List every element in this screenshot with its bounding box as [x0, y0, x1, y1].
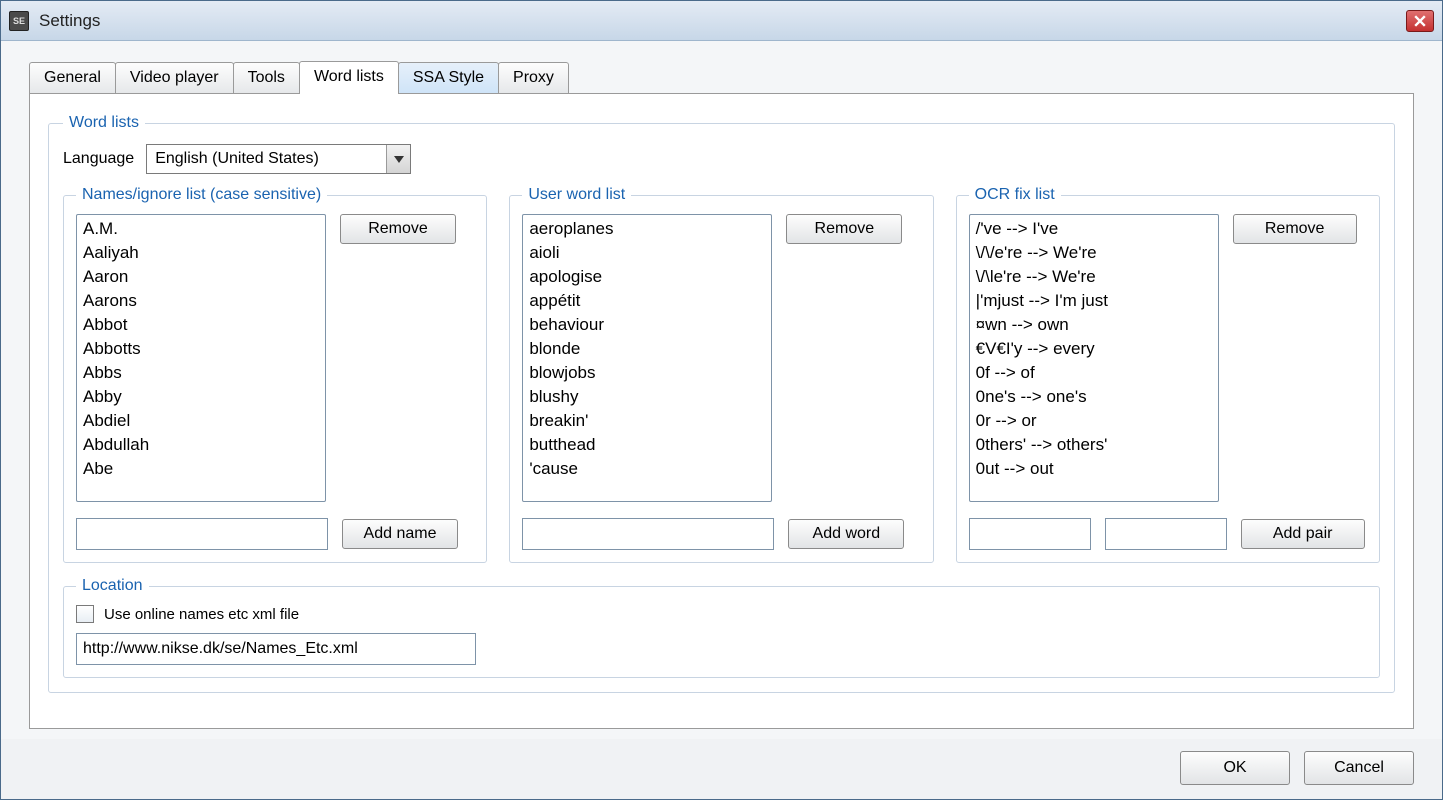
names-remove-button[interactable]: Remove: [340, 214, 456, 244]
tabs-row: General Video player Tools Word lists SS…: [29, 61, 1414, 93]
list-item[interactable]: Abdullah: [79, 433, 323, 457]
ocr-group: OCR fix list /'ve --> I've\/\/e're --> W…: [956, 186, 1380, 563]
ocr-add-row: Add pair: [969, 518, 1367, 550]
list-item[interactable]: breakin': [525, 409, 769, 433]
list-item[interactable]: behaviour: [525, 313, 769, 337]
list-item[interactable]: 0ut --> out: [972, 457, 1216, 481]
user-group: User word list aeroplanesaioliapologisea…: [509, 186, 933, 563]
list-item[interactable]: appétit: [525, 289, 769, 313]
use-online-checkbox[interactable]: [76, 605, 94, 623]
names-add-input[interactable]: [76, 518, 328, 550]
list-item[interactable]: Abbs: [79, 361, 323, 385]
ocr-pair-to-input[interactable]: [1105, 518, 1227, 550]
language-combo-value: English (United States): [147, 150, 386, 168]
language-combo[interactable]: English (United States): [146, 144, 411, 174]
ocr-list-row: /'ve --> I've\/\/e're --> We're\/\le're …: [969, 214, 1367, 502]
language-row: Language English (United States): [63, 144, 1380, 174]
list-item[interactable]: 0ne's --> one's: [972, 385, 1216, 409]
tab-tools[interactable]: Tools: [233, 62, 300, 93]
use-online-label: Use online names etc xml file: [104, 606, 299, 623]
tab-video-player[interactable]: Video player: [115, 62, 234, 93]
ocr-listbox[interactable]: /'ve --> I've\/\/e're --> We're\/\le're …: [969, 214, 1219, 502]
list-item[interactable]: 0r --> or: [972, 409, 1216, 433]
columns: Names/ignore list (case sensitive) A.M.A…: [63, 186, 1380, 563]
list-item[interactable]: butthead: [525, 433, 769, 457]
ocr-legend: OCR fix list: [969, 186, 1061, 204]
list-item[interactable]: blowjobs: [525, 361, 769, 385]
list-item[interactable]: Abbot: [79, 313, 323, 337]
tab-proxy[interactable]: Proxy: [498, 62, 569, 93]
list-item[interactable]: aioli: [525, 241, 769, 265]
list-item[interactable]: |'mjust --> I'm just: [972, 289, 1216, 313]
titlebar: SE Settings: [1, 1, 1442, 41]
names-column: Names/ignore list (case sensitive) A.M.A…: [63, 186, 487, 563]
dialog-footer: OK Cancel: [1, 739, 1442, 799]
user-add-button[interactable]: Add word: [788, 519, 904, 549]
ocr-column: OCR fix list /'ve --> I've\/\/e're --> W…: [956, 186, 1380, 563]
list-item[interactable]: \/\/e're --> We're: [972, 241, 1216, 265]
tab-ssa-style[interactable]: SSA Style: [398, 62, 499, 93]
word-lists-legend: Word lists: [63, 114, 145, 132]
names-group: Names/ignore list (case sensitive) A.M.A…: [63, 186, 487, 563]
list-item[interactable]: Abbotts: [79, 337, 323, 361]
list-item[interactable]: €V€I'y --> every: [972, 337, 1216, 361]
list-item[interactable]: 'cause: [525, 457, 769, 481]
ocr-add-button[interactable]: Add pair: [1241, 519, 1365, 549]
list-item[interactable]: Abby: [79, 385, 323, 409]
list-item[interactable]: 0f --> of: [972, 361, 1216, 385]
tab-general[interactable]: General: [29, 62, 116, 93]
names-list-row: A.M.AaliyahAaronAaronsAbbotAbbottsAbbsAb…: [76, 214, 474, 502]
list-item[interactable]: Abdiel: [79, 409, 323, 433]
cancel-button[interactable]: Cancel: [1304, 751, 1414, 785]
list-item[interactable]: Aaron: [79, 265, 323, 289]
names-listbox[interactable]: A.M.AaliyahAaronAaronsAbbotAbbottsAbbsAb…: [76, 214, 326, 502]
names-legend: Names/ignore list (case sensitive): [76, 186, 327, 204]
list-item[interactable]: A.M.: [79, 217, 323, 241]
user-add-input[interactable]: [522, 518, 774, 550]
user-add-row: Add word: [522, 518, 920, 550]
window-close-button[interactable]: [1406, 10, 1434, 32]
tab-page-word-lists: Word lists Language English (United Stat…: [29, 93, 1414, 729]
tab-word-lists[interactable]: Word lists: [299, 61, 399, 94]
settings-window: SE Settings General Video player Tools W…: [0, 0, 1443, 800]
client-area: General Video player Tools Word lists SS…: [1, 41, 1442, 739]
ok-button[interactable]: OK: [1180, 751, 1290, 785]
ocr-pair-from-input[interactable]: [969, 518, 1091, 550]
user-legend: User word list: [522, 186, 631, 204]
word-lists-group: Word lists Language English (United Stat…: [48, 114, 1395, 693]
list-item[interactable]: Aaliyah: [79, 241, 323, 265]
user-remove-button[interactable]: Remove: [786, 214, 902, 244]
user-column: User word list aeroplanesaioliapologisea…: [509, 186, 933, 563]
location-legend: Location: [76, 577, 149, 595]
location-body: Use online names etc xml file: [76, 605, 1367, 665]
app-icon: SE: [9, 11, 29, 31]
list-item[interactable]: Abe: [79, 457, 323, 481]
location-checkbox-row: Use online names etc xml file: [76, 605, 1367, 623]
list-item[interactable]: aeroplanes: [525, 217, 769, 241]
ocr-remove-button[interactable]: Remove: [1233, 214, 1357, 244]
user-listbox[interactable]: aeroplanesaioliapologiseappétitbehaviour…: [522, 214, 772, 502]
list-item[interactable]: blonde: [525, 337, 769, 361]
list-item[interactable]: ¤wn --> own: [972, 313, 1216, 337]
names-add-row: Add name: [76, 518, 474, 550]
user-list-row: aeroplanesaioliapologiseappétitbehaviour…: [522, 214, 920, 502]
list-item[interactable]: 0thers' --> others': [972, 433, 1216, 457]
close-icon: [1414, 15, 1426, 27]
names-add-button[interactable]: Add name: [342, 519, 458, 549]
list-item[interactable]: /'ve --> I've: [972, 217, 1216, 241]
window-title: Settings: [39, 11, 1406, 31]
location-url-input[interactable]: [76, 633, 476, 665]
location-group: Location Use online names etc xml file: [63, 577, 1380, 678]
list-item[interactable]: Aarons: [79, 289, 323, 313]
dropdown-icon: [386, 145, 410, 173]
list-item[interactable]: apologise: [525, 265, 769, 289]
list-item[interactable]: blushy: [525, 385, 769, 409]
language-label: Language: [63, 150, 134, 168]
list-item[interactable]: \/\le're --> We're: [972, 265, 1216, 289]
